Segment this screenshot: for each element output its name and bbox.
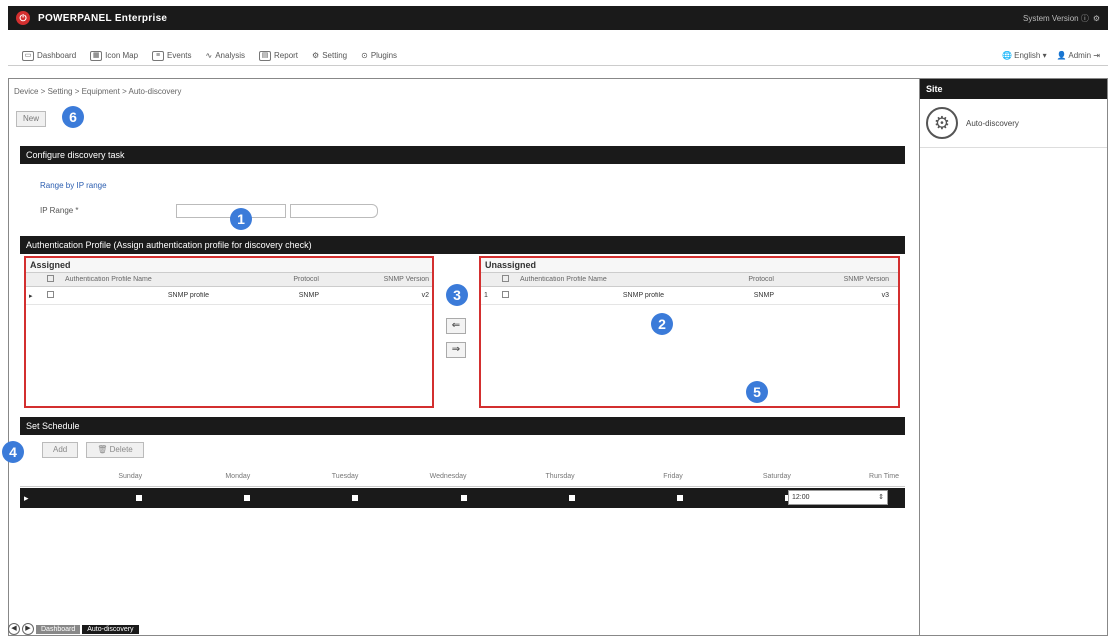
- schedule-section-header: Set Schedule: [20, 417, 905, 435]
- gear-icon: ⚙: [312, 51, 320, 60]
- row-checkbox[interactable]: [502, 291, 509, 298]
- range-type-link[interactable]: Range by IP range: [40, 181, 107, 190]
- move-right-button[interactable]: ⇒: [446, 342, 466, 358]
- dashboard-icon: ▭: [22, 50, 34, 61]
- friday-checkbox[interactable]: [676, 495, 683, 501]
- add-button[interactable]: Add: [42, 442, 79, 458]
- monday-checkbox[interactable]: [244, 495, 251, 501]
- analysis-icon: ∿: [205, 51, 213, 60]
- auto-discovery-item[interactable]: ⚙ Auto-discovery: [920, 99, 1107, 148]
- menu-analysis[interactable]: ∿ Analysis: [206, 51, 246, 60]
- row-checkbox[interactable]: [47, 291, 54, 298]
- back-icon[interactable]: ◀: [8, 623, 20, 635]
- ip-range-end-input[interactable]: [290, 204, 378, 218]
- callout-5: 5: [746, 381, 768, 403]
- config-section-header: Configure discovery task: [20, 146, 905, 164]
- unassigned-title: Unassigned: [481, 258, 898, 273]
- powerpanel-logo-icon: ⏻: [16, 11, 30, 25]
- menu-icon-map[interactable]: ▦ Icon Map: [90, 50, 138, 61]
- menu-events[interactable]: ≡ Events: [152, 50, 192, 61]
- unassigned-grid: Unassigned Authentication Profile Name P…: [479, 256, 900, 408]
- menu-report[interactable]: ▤ Report: [259, 50, 298, 61]
- callout-6: 6: [62, 106, 84, 128]
- system-info[interactable]: System Version ⓘ ⚙: [1023, 13, 1100, 24]
- main-menu: ▭ Dashboard ▦ Icon Map ≡ Events ∿ Analysis ▤…: [8, 46, 1108, 66]
- trash-icon: 🗑: [97, 445, 108, 454]
- bottom-bar: ◀ ▶ Dashboard Auto-discovery: [8, 622, 139, 636]
- user-menu[interactable]: 👤 Admin ⇥: [1057, 51, 1100, 60]
- assigned-title: Assigned: [26, 258, 432, 273]
- run-time-input[interactable]: 12:00 ⇕: [788, 490, 888, 505]
- events-icon: ≡: [152, 50, 165, 61]
- map-icon: ▦: [90, 50, 103, 61]
- tooltip-mask: [206, 194, 270, 202]
- plugin-icon: ⊙: [361, 51, 368, 60]
- right-panel-title: Site: [920, 79, 1107, 99]
- sunday-checkbox[interactable]: [136, 495, 143, 501]
- assigned-grid: Assigned Authentication Profile Name Pro…: [24, 256, 434, 408]
- callout-4: 4: [2, 441, 24, 463]
- right-panel: Site ⚙ Auto-discovery: [920, 78, 1108, 636]
- language-select[interactable]: 🌐 English ▾: [1002, 51, 1047, 60]
- new-button[interactable]: New: [16, 111, 46, 127]
- tab-dashboard[interactable]: Dashboard: [36, 624, 81, 634]
- callout-2: 2: [651, 313, 673, 335]
- breadcrumb: Device > Setting > Equipment > Auto-disc…: [14, 87, 182, 96]
- gear-icon: ⚙: [926, 107, 958, 139]
- tab-auto-discovery[interactable]: Auto-discovery: [82, 624, 139, 634]
- report-icon: ▤: [259, 50, 272, 61]
- table-row[interactable]: ▸ SNMP profile SNMP v2: [26, 287, 432, 305]
- menu-plugins[interactable]: ⊙ Plugins: [361, 51, 397, 60]
- thursday-checkbox[interactable]: [568, 495, 575, 501]
- settings-icon[interactable]: ⚙: [1093, 14, 1100, 23]
- unassigned-header: Authentication Profile Name Protocol SNM…: [481, 273, 898, 287]
- ip-range-label: IP Range *: [40, 206, 79, 215]
- select-all-checkbox[interactable]: [47, 275, 54, 282]
- delete-button[interactable]: 🗑 Delete: [86, 442, 144, 458]
- select-all-checkbox[interactable]: [502, 275, 509, 282]
- callout-1: 1: [230, 208, 252, 230]
- forward-icon[interactable]: ▶: [22, 623, 34, 635]
- callout-3: 3: [446, 284, 468, 306]
- table-row[interactable]: 1 SNMP profile SNMP v3: [481, 287, 898, 305]
- tuesday-checkbox[interactable]: [352, 495, 359, 501]
- schedule-toolbar: Add 🗑 Delete: [42, 442, 144, 458]
- menu-setting[interactable]: ⚙ Setting: [312, 51, 347, 60]
- schedule-header: Sunday Monday Tuesday Wednesday Thursday…: [20, 473, 905, 487]
- wednesday-checkbox[interactable]: [460, 495, 467, 501]
- auth-section-header: Authentication Profile (Assign authentic…: [20, 236, 905, 254]
- move-left-button[interactable]: ⇐: [446, 318, 466, 334]
- title-bar: ⏻ POWERPANEL Enterprise System Version ⓘ…: [8, 6, 1108, 30]
- app-title: POWERPANEL Enterprise: [38, 12, 168, 24]
- assigned-header: Authentication Profile Name Protocol SNM…: [26, 273, 432, 287]
- schedule-row[interactable]: ▸: [20, 488, 905, 508]
- menu-dashboard[interactable]: ▭ Dashboard: [22, 50, 76, 61]
